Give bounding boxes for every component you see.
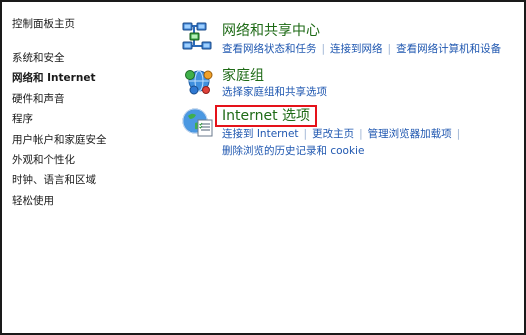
link-view-network-computers[interactable]: 查看网络计算机和设备 xyxy=(396,43,501,55)
homegroup-icon[interactable] xyxy=(182,65,214,97)
link-separator: | xyxy=(303,128,308,140)
network-sharing-title[interactable]: 网络和共享中心 xyxy=(222,20,320,40)
nav-list: 系统和安全 网络和 Internet 硬件和声音 程序 用户帐户和家庭安全 外观… xyxy=(12,48,172,211)
nav-item-clock-language[interactable]: 时钟、语言和区域 xyxy=(12,170,172,190)
link-view-network-status[interactable]: 查看网络状态和任务 xyxy=(222,43,317,55)
nav-item-appearance[interactable]: 外观和个性化 xyxy=(12,150,172,170)
link-manage-browser-addons[interactable]: 管理浏览器加载项 xyxy=(368,128,452,140)
link-delete-browsing-history[interactable]: 删除浏览的历史记录和 cookie xyxy=(222,145,364,157)
nav-item-system-security[interactable]: 系统和安全 xyxy=(12,48,172,68)
nav-item-ease-of-access[interactable]: 轻松使用 xyxy=(12,191,172,211)
nav-item-network-internet[interactable]: 网络和 Internet xyxy=(12,68,172,88)
nav-item-user-accounts[interactable]: 用户帐户和家庭安全 xyxy=(12,130,172,150)
internet-options-links-2: 删除浏览的历史记录和 cookie xyxy=(222,143,364,159)
internet-options-title[interactable]: Internet 选项 xyxy=(215,105,318,127)
network-links: 查看网络状态和任务 | 连接到网络 | 查看网络计算机和设备 xyxy=(222,41,501,57)
link-homegroup-sharing-options[interactable]: 选择家庭组和共享选项 xyxy=(222,86,327,98)
link-separator: | xyxy=(321,43,326,55)
link-separator: | xyxy=(359,128,363,140)
control-panel-window: 控制面板主页 系统和安全 网络和 Internet 硬件和声音 程序 用户帐户和… xyxy=(0,0,526,335)
homegroup-title[interactable]: 家庭组 xyxy=(222,65,264,85)
nav-item-hardware-sound[interactable]: 硬件和声音 xyxy=(12,89,172,109)
link-connect-to-internet[interactable]: 连接到 Internet xyxy=(222,128,299,140)
nav-item-programs[interactable]: 程序 xyxy=(12,109,172,129)
left-nav: 控制面板主页 系统和安全 网络和 Internet 硬件和声音 程序 用户帐户和… xyxy=(12,16,172,211)
internet-options-links: 连接到 Internet | 更改主页 | 管理浏览器加载项 | xyxy=(222,126,465,142)
homegroup-links: 选择家庭组和共享选项 xyxy=(222,84,327,100)
link-separator: | xyxy=(456,128,461,140)
link-separator: | xyxy=(387,43,392,55)
link-change-home-page[interactable]: 更改主页 xyxy=(312,128,354,140)
link-connect-to-network[interactable]: 连接到网络 xyxy=(330,43,383,55)
internet-options-icon[interactable] xyxy=(182,106,214,138)
network-sharing-icon[interactable] xyxy=(182,20,214,52)
nav-home-link[interactable]: 控制面板主页 xyxy=(12,16,172,31)
